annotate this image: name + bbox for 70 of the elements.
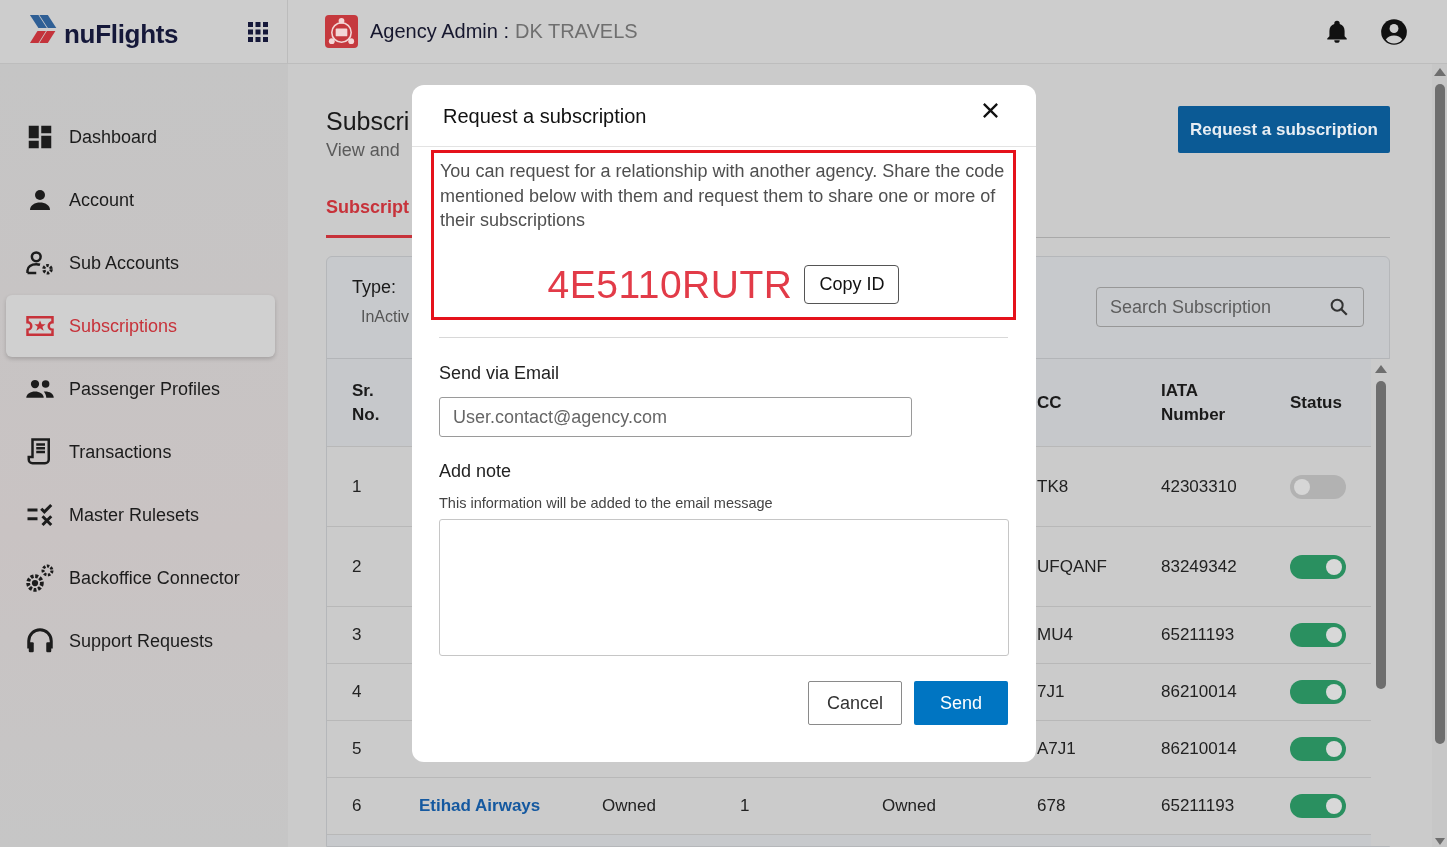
table-cell: 65211193 [1161,796,1235,816]
table-cell: 7J1 [1037,682,1065,702]
table-cell: MU4 [1037,625,1073,645]
table-cell: 678 [1037,796,1066,816]
table-cell: 65211193 [1161,625,1235,645]
sidebar-item[interactable]: Transactions [6,421,275,483]
table-cell: Owned [882,796,936,816]
search-icon [1328,296,1350,318]
column-header: IATA Number [1161,379,1227,426]
agency-code: 4E5110RUTR [547,262,793,307]
page-title: Subscri [326,106,410,136]
sidebar-item[interactable]: Account [6,169,275,231]
sidebar-item[interactable]: Support Requests [6,610,275,672]
table-cell: A7J1 [1037,739,1076,759]
close-icon[interactable] [981,101,1000,120]
table-cell: 83249342 [1161,556,1237,577]
table-cell: 4 [352,682,362,702]
column-header: Sr. No. [352,379,381,426]
sidebar-item[interactable]: Sub Accounts [6,232,275,294]
page-scrollbar[interactable] [1432,64,1447,847]
type-label: Type: [352,277,397,298]
type-value: InActiv [361,308,409,326]
field-label: Add note [439,461,513,482]
airline-link[interactable]: Etihad Airways [419,796,541,816]
cancel-button[interactable]: Cancel [808,681,902,725]
note-field[interactable] [439,519,1009,656]
page-subtitle: View and [326,140,401,161]
logo-text: nuFlights [64,19,179,50]
table-cell: 1 [352,476,362,497]
table-cell: 5 [352,739,362,759]
table-cell: 42303310 [1161,476,1237,497]
table-cell: 3 [352,625,362,645]
sidebar-item[interactable]: Passenger Profiles [6,358,275,420]
status-toggle[interactable] [1290,737,1346,761]
copy-id-button[interactable]: Copy ID [804,265,900,304]
table-cell: UFQANF [1037,556,1107,577]
user-avatar-icon[interactable] [1380,17,1408,46]
description-text: You can request for a relationship with another agency. Share the code mentioned below with them and request them to share one or more of their subscriptions [440,160,1006,232]
table-cell: TK8 [1037,476,1069,497]
dialog-title: Request a subscription [443,105,647,128]
send-button[interactable]: Send [914,681,1008,725]
gears-icon [25,563,55,593]
hint-text: This information will be added to the email message [439,495,774,511]
table-cell: 86210014 [1161,682,1237,702]
status-toggle[interactable] [1290,474,1346,499]
person-gear-icon [25,248,55,278]
field-label: Send via Email [439,363,561,384]
sidebar-item[interactable]: Master Rulesets [6,484,275,546]
table-cell: 86210014 [1161,739,1237,759]
status-toggle[interactable] [1290,794,1346,818]
column-header: Status [1290,391,1342,414]
agency-name: DK TRAVELS [514,20,638,43]
status-toggle[interactable] [1290,623,1346,647]
column-header: CC [1037,391,1062,414]
sidebar-item[interactable]: Subscriptions [6,295,275,357]
sidebar-item[interactable]: Dashboard [6,106,275,168]
email-field[interactable]: User.contact@agency.com [439,397,912,437]
table-cell: 2 [352,556,362,577]
search-field[interactable]: Search Subscription [1096,287,1364,327]
request-subscription-button[interactable]: Request a subscription [1178,106,1390,153]
notification-bell-icon[interactable] [1324,18,1350,45]
apps-grid-icon[interactable] [248,21,269,42]
status-toggle[interactable] [1290,554,1346,579]
sidebar-item[interactable]: Backoffice Connector [6,547,275,609]
status-toggle[interactable] [1290,680,1346,704]
table-cell: Owned [602,796,656,816]
table-cell: 6 [352,796,362,816]
agency-icon [325,15,358,48]
table-cell: 1 [740,796,750,816]
app-title: Agency Admin : [370,20,509,43]
